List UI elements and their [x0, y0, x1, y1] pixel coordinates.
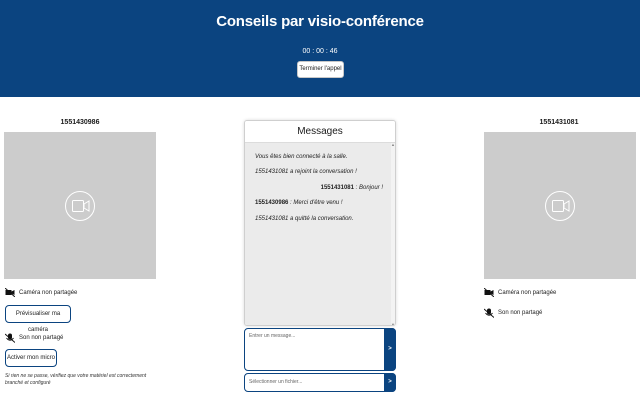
- left-camera-status: Caméra non partagée: [5, 288, 77, 297]
- chat-message-incoming: 1551431081 : Bonjour !: [321, 185, 383, 191]
- left-camera-status-label: Caméra non partagée: [19, 289, 78, 296]
- right-camera-status-label: Caméra non partagée: [498, 289, 557, 296]
- system-message: Vous êtes bien connecté à la salle.: [255, 154, 348, 160]
- activate-mic-button[interactable]: Activer mon micro: [5, 349, 57, 367]
- message-list: Vous êtes bien connecté à la salle. 1551…: [245, 143, 391, 325]
- page-title: Conseils par visio-conférence: [216, 13, 424, 30]
- scroll-up-icon[interactable]: ▲: [391, 143, 395, 147]
- camera-off-icon: [484, 288, 494, 297]
- chat-message-own: 1551430986 : Merci d'être venu !: [255, 200, 343, 206]
- hardware-hint: Si rien ne se passe, vérifiez que votre …: [5, 373, 147, 386]
- chat-title: Messages: [245, 121, 395, 143]
- left-sound-status-label: Son non partagé: [19, 335, 64, 341]
- call-header: Conseils par visio-conférence 00 : 00 : …: [0, 0, 640, 97]
- microphone-off-icon: [5, 333, 15, 343]
- left-participant-id: 1551430986: [60, 119, 100, 126]
- preview-camera-button[interactable]: Prévisualiser ma caméra: [5, 305, 71, 333]
- message-input-placeholder: Entrer un message...: [249, 333, 296, 339]
- right-video-area: [484, 132, 636, 279]
- right-sound-status: Son non partagé: [484, 308, 542, 318]
- file-picker-placeholder: Sélectionner un fichier...: [249, 379, 303, 385]
- video-camera-icon: [545, 191, 575, 221]
- system-message: 1551431081 a rejoint la conversation !: [255, 169, 357, 175]
- left-sound-status: Son non partagé: [5, 333, 63, 343]
- right-sound-status-label: Son non partagé: [498, 310, 543, 316]
- right-participant-id: 1551431081: [539, 119, 579, 126]
- chat-scrollbar[interactable]: ▲ ▼: [391, 143, 395, 326]
- scroll-down-icon[interactable]: ▼: [391, 323, 395, 326]
- message-text: : Bonjour !: [353, 185, 383, 191]
- chat-panel: Messages Vous êtes bien connecté à la sa…: [244, 120, 396, 326]
- file-picker[interactable]: Sélectionner un fichier... >: [244, 373, 396, 392]
- message-sender: 1551430986: [255, 200, 289, 206]
- message-sender: 1551431081: [320, 185, 354, 191]
- call-timer: 00 : 00 : 46: [302, 48, 338, 55]
- right-camera-status: Caméra non partagée: [484, 288, 556, 297]
- message-text: : Merci d'être venu !: [288, 200, 343, 206]
- system-message: 1551431081 a quitté la conversation.: [255, 216, 354, 222]
- message-input[interactable]: Entrer un message... >: [244, 328, 396, 371]
- video-camera-icon: [65, 191, 95, 221]
- microphone-off-icon: [484, 308, 494, 318]
- end-call-button[interactable]: Terminer l'appel: [297, 61, 344, 78]
- send-file-button[interactable]: >: [384, 373, 396, 392]
- camera-off-icon: [5, 288, 15, 297]
- left-video-area: [4, 132, 156, 279]
- send-message-button[interactable]: >: [384, 328, 396, 371]
